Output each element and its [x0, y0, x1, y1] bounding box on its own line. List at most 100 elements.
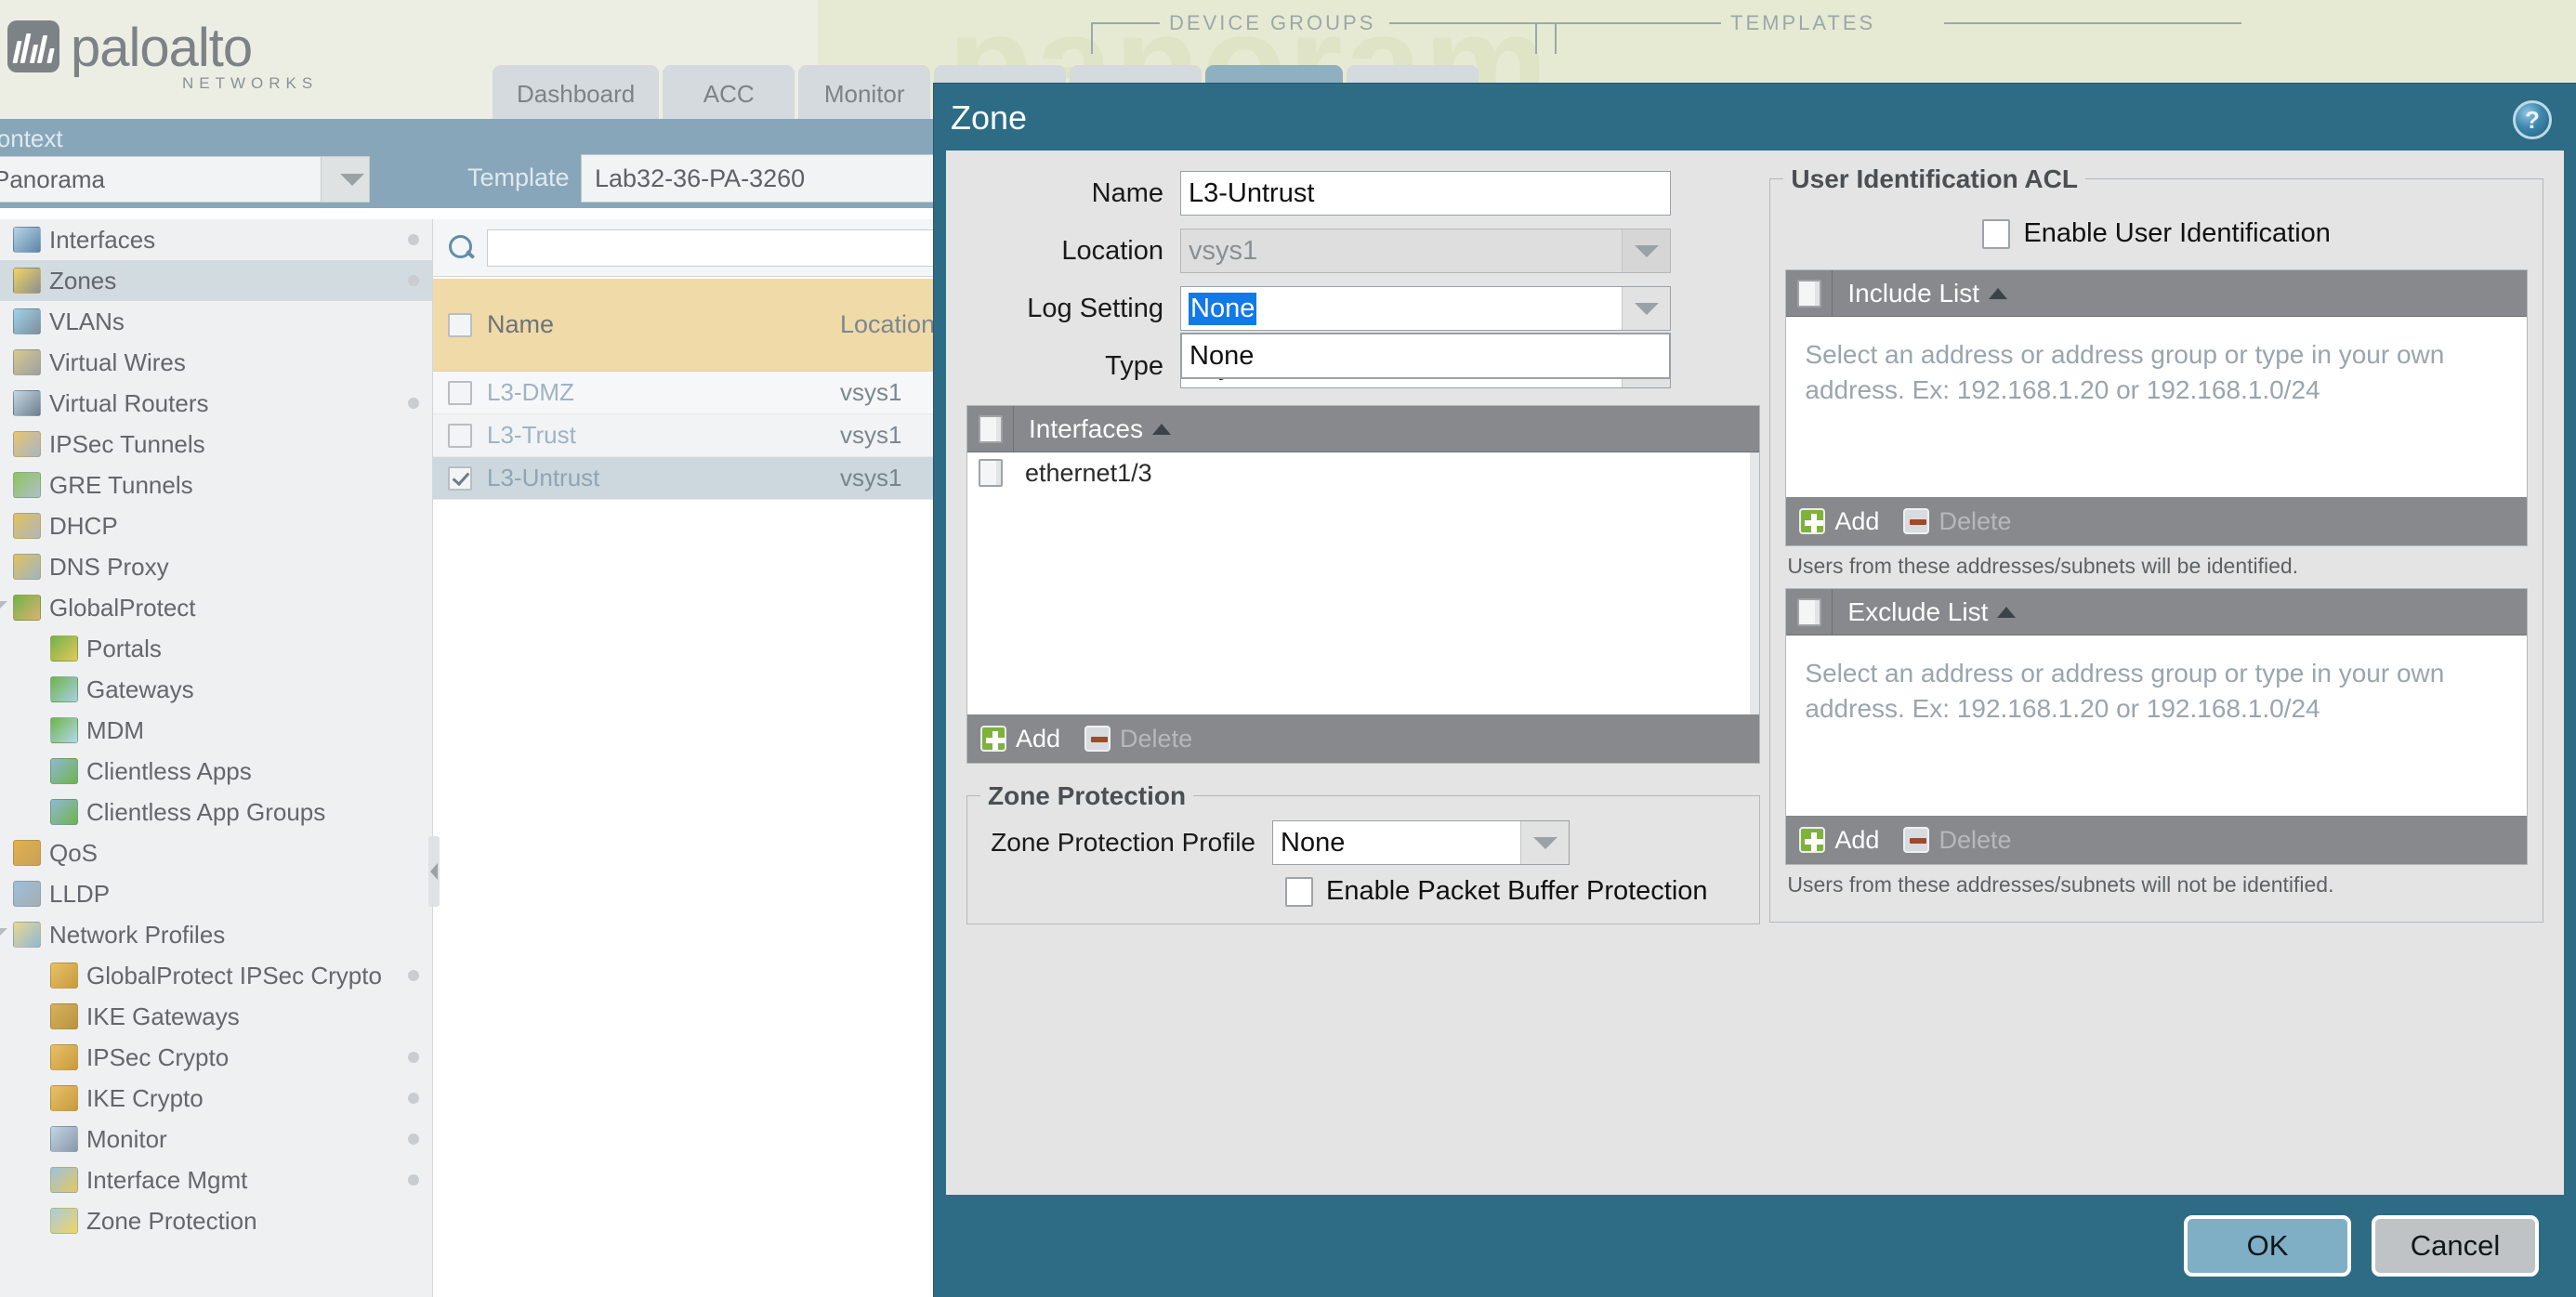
include-list-placeholder: Select an address or address group or ty… — [1786, 317, 2527, 428]
packet-buffer-protection-row[interactable]: Enable Packet Buffer Protection — [1285, 876, 1742, 907]
cancel-button[interactable]: Cancel — [2372, 1215, 2539, 1277]
select-all-checkbox[interactable] — [433, 279, 487, 371]
log-setting-dropdown[interactable]: None — [1180, 333, 1671, 379]
log-setting-select[interactable]: None — [1180, 286, 1671, 331]
sidebar-item-monitor[interactable]: Monitor — [0, 1119, 432, 1159]
include-list-panel: Include List Select an address or addres… — [1785, 269, 2528, 546]
sidebar-item-clientless-app-groups[interactable]: Clientless App Groups — [0, 792, 432, 832]
include-list-title[interactable]: Include List — [1847, 279, 2007, 308]
status-dot — [408, 1174, 419, 1186]
include-list-delete-button[interactable]: Delete — [1903, 507, 2011, 536]
zone-protection-profile-select[interactable]: None — [1272, 820, 1570, 865]
status-dot — [408, 234, 419, 245]
zone-protection-profile-label: Zone Protection Profile — [984, 828, 1272, 858]
enable-user-identification-row[interactable]: Enable User Identification — [1785, 218, 2528, 249]
sort-ascending-icon[interactable] — [1989, 288, 2007, 299]
row-checkbox[interactable] — [433, 381, 487, 405]
ok-button[interactable]: OK — [2184, 1215, 2351, 1277]
sidebar-item-vlans[interactable]: VLANs — [0, 301, 432, 342]
log-setting-row: Log Setting None None — [966, 286, 1760, 331]
zone-name[interactable]: L3-Untrust — [487, 464, 840, 492]
help-icon[interactable]: ? — [2513, 100, 2552, 139]
sort-ascending-icon[interactable] — [1152, 424, 1171, 435]
sidebar-item-gre-tunnels[interactable]: GRE Tunnels — [0, 465, 432, 505]
interfaces-scrollbar[interactable] — [1750, 452, 1759, 714]
sidebar-item-clientless-apps[interactable]: Clientless Apps — [0, 751, 432, 792]
list-item[interactable]: ethernet1/3 — [967, 452, 1759, 493]
gateways-icon — [50, 676, 78, 702]
include-list-rows[interactable]: Select an address or address group or ty… — [1786, 317, 2527, 497]
exclude-list-select-all-checkbox[interactable] — [1786, 589, 1833, 635]
sidebar-item-globalprotect-ipsec-crypto[interactable]: GlobalProtect IPSec Crypto — [0, 955, 432, 996]
packet-buffer-protection-checkbox[interactable] — [1285, 877, 1313, 907]
exclude-list-delete-button[interactable]: Delete — [1903, 826, 2011, 855]
chevron-down-icon[interactable] — [321, 157, 369, 202]
sidebar-item-network-profiles[interactable]: Network Profiles — [0, 914, 432, 955]
interfaces-delete-button[interactable]: Delete — [1084, 725, 1192, 753]
column-header-name[interactable]: Name — [487, 279, 840, 371]
sidebar-item-dhcp[interactable]: DHCP — [0, 505, 432, 546]
chevron-down-icon[interactable] — [1622, 287, 1670, 330]
sidebar-nav[interactable]: Interfaces Zones VLANsVirtual WiresVirtual… — [0, 219, 433, 1297]
name-input[interactable] — [1180, 171, 1671, 216]
sidebar-collapse-handle[interactable] — [428, 836, 440, 907]
include-list-footer: Add Delete — [1786, 497, 2527, 545]
enable-user-identification-checkbox[interactable] — [1982, 219, 2010, 249]
row-checkbox[interactable] — [433, 424, 487, 448]
interface-row-checkbox[interactable] — [967, 459, 1014, 487]
sidebar-item-portals[interactable]: Portals — [0, 628, 432, 669]
interfaces-rows[interactable]: ethernet1/3 — [967, 452, 1759, 714]
row-checkbox[interactable] — [433, 466, 487, 491]
exclude-list-add-button[interactable]: Add — [1799, 826, 1879, 855]
exclude-list-title[interactable]: Exclude List — [1847, 597, 2016, 627]
context-select[interactable]: Panorama — [0, 156, 370, 203]
interfaces-add-button[interactable]: Add — [980, 725, 1060, 753]
chevron-down-icon[interactable] — [1520, 821, 1569, 864]
zone-name[interactable]: L3-Trust — [487, 421, 840, 450]
tab-acc[interactable]: ACC — [663, 65, 795, 123]
sidebar-item-ipsec-crypto[interactable]: IPSec Crypto — [0, 1037, 432, 1078]
sidebar-item-ipsec-tunnels[interactable]: IPSec Tunnels — [0, 424, 432, 465]
sidebar-item-dns-proxy[interactable]: DNS Proxy — [0, 546, 432, 587]
sort-ascending-icon[interactable] — [1997, 607, 2016, 618]
exclude-list-panel: Exclude List Select an address or addres… — [1785, 588, 2528, 865]
sidebar-item-ike-crypto[interactable]: IKE Crypto — [0, 1078, 432, 1119]
sidebar-item-virtual-wires[interactable]: Virtual Wires — [0, 342, 432, 383]
minus-icon — [1903, 827, 1929, 853]
sidebar-item-qos[interactable]: QoS — [0, 832, 432, 873]
sidebar-item-virtual-routers[interactable]: Virtual Routers — [0, 383, 432, 424]
templates-label: TEMPLATES — [1730, 11, 1875, 35]
include-list-add-button[interactable]: Add — [1799, 507, 1879, 536]
sidebar-item-interface-mgmt[interactable]: Interface Mgmt — [0, 1159, 432, 1200]
sidebar-item-globalprotect[interactable]: GlobalProtect — [0, 587, 432, 628]
location-row: Location vsys1 — [966, 229, 1760, 273]
interfaces-select-all-checkbox[interactable] — [967, 406, 1014, 452]
expand-twisty-icon[interactable] — [0, 601, 7, 611]
sidebar-item-label: Zones — [49, 267, 116, 295]
user-identification-acl-legend: User Identification ACL — [1783, 164, 2085, 194]
sidebar-item-ike-gateways[interactable]: IKE Gateways — [0, 996, 432, 1037]
sidebar-item-lldp[interactable]: LLDP — [0, 873, 432, 914]
sidebar-item-label: GlobalProtect IPSec Crypto — [86, 962, 382, 990]
interfaces-panel-title[interactable]: Interfaces — [1029, 414, 1171, 444]
sidebar-item-gateways[interactable]: Gateways — [0, 669, 432, 710]
expand-twisty-icon[interactable] — [0, 928, 7, 938]
brand-tagline: NETWORKS — [182, 74, 318, 93]
interfaces-panel-header: Interfaces — [967, 406, 1759, 452]
search-icon[interactable] — [448, 234, 476, 262]
sidebar-item-mdm[interactable]: MDM — [0, 710, 432, 751]
sidebar-item-interfaces[interactable]: Interfaces — [0, 219, 432, 260]
tab-dashboard[interactable]: Dashboard — [493, 65, 659, 123]
tab-monitor[interactable]: Monitor — [798, 65, 930, 123]
ipsec-tunnels-icon — [13, 431, 41, 457]
include-list-hint: Users from these addresses/subnets will … — [1787, 554, 2526, 579]
sidebar-item-label: IKE Gateways — [86, 1002, 240, 1031]
zone-dialog: Zone ? Name Location vsys1 — [934, 84, 2576, 1297]
dropdown-option-none[interactable]: None — [1182, 334, 1669, 377]
include-list-select-all-checkbox[interactable] — [1786, 270, 1833, 316]
sidebar-item-zones[interactable]: Zones — [0, 260, 432, 301]
exclude-list-rows[interactable]: Select an address or address group or ty… — [1786, 635, 2527, 816]
sidebar-item-zone-protection[interactable]: Zone Protection — [0, 1200, 432, 1241]
templates-bracket-right — [1944, 22, 2241, 54]
zone-name[interactable]: L3-DMZ — [487, 378, 840, 407]
